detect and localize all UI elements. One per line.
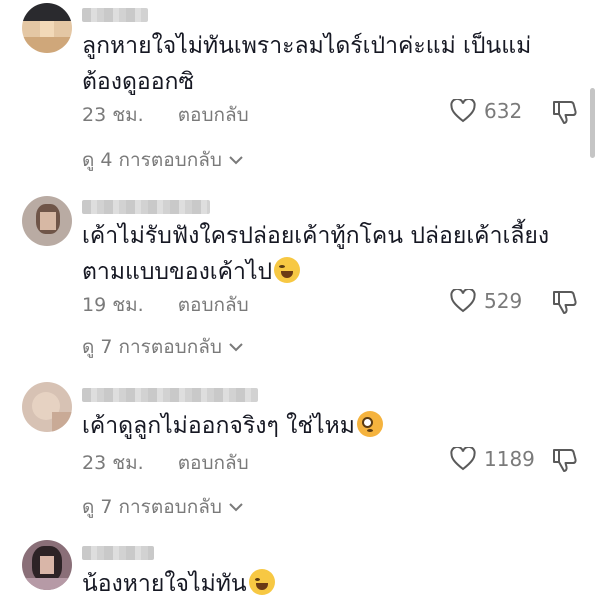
view-replies-button[interactable]: ดู 7 การตอบกลับ <box>82 332 244 362</box>
reply-button[interactable]: ตอบกลับ <box>178 448 249 478</box>
heart-outline-icon <box>450 289 476 313</box>
laughing-crying-emoji <box>274 257 301 283</box>
like-button[interactable]: 529 <box>450 289 522 313</box>
view-replies-label: ดู 4 การตอบกลับ <box>82 149 222 171</box>
thumbs-down-icon <box>553 101 577 124</box>
username[interactable] <box>82 8 148 22</box>
comment-time: 23 ชม. <box>82 104 144 126</box>
avatar[interactable] <box>22 196 72 246</box>
comment-text: เค้าดูลูกไม่ออกจริงๆ ใช่ไหม <box>82 408 562 444</box>
like-button[interactable]: 1189 <box>450 447 535 471</box>
comment-meta: 23 ชม. ตอบกลับ <box>82 100 249 130</box>
comment-text-content: ลูกหายใจไม่ทันเพราะลมไดร์เป่าค่ะแม่ เป็น… <box>82 33 532 95</box>
dislike-button[interactable] <box>552 99 578 129</box>
view-replies-button[interactable]: ดู 7 การตอบกลับ <box>82 492 244 522</box>
comment-text-content: น้องหายใจไม่ทัน <box>82 571 247 597</box>
avatar[interactable] <box>22 382 72 432</box>
reply-button[interactable]: ตอบกลับ <box>178 290 249 320</box>
like-button[interactable]: 632 <box>450 99 522 123</box>
scrollbar[interactable] <box>590 88 595 158</box>
view-replies-label: ดู 7 การตอบกลับ <box>82 336 222 358</box>
comment-meta: 23 ชม. ตอบกลับ <box>82 448 249 478</box>
like-count: 529 <box>484 289 523 313</box>
username[interactable] <box>82 200 210 214</box>
comment-text-content: เค้าดูลูกไม่ออกจริงๆ ใช่ไหม <box>82 413 355 439</box>
flushed-emoji <box>356 411 383 437</box>
thumbs-down-icon <box>553 291 577 314</box>
like-count: 632 <box>484 99 523 123</box>
username[interactable] <box>82 388 258 402</box>
like-count: 1189 <box>484 447 535 471</box>
username[interactable] <box>82 546 154 560</box>
comment-meta: 19 ชม. ตอบกลับ <box>82 290 249 320</box>
comment-text: ลูกหายใจไม่ทันเพราะลมไดร์เป่าค่ะแม่ เป็น… <box>82 28 562 100</box>
reply-button[interactable]: ตอบกลับ <box>178 100 249 130</box>
chevron-down-icon <box>229 156 243 165</box>
sweat-smile-emoji <box>248 569 275 595</box>
comment-time: 23 ชม. <box>82 452 144 474</box>
heart-outline-icon <box>450 99 476 123</box>
avatar[interactable] <box>22 540 72 590</box>
heart-outline-icon <box>450 447 476 471</box>
chevron-down-icon <box>229 343 243 352</box>
thumbs-down-icon <box>553 449 577 472</box>
comment-text-content: เค้าไม่รับฟังใครปล่อยเค้าทู้กโคน ปล่อยเค… <box>82 223 550 285</box>
dislike-button[interactable] <box>552 289 578 319</box>
dislike-button[interactable] <box>552 447 578 477</box>
comment-text: น้องหายใจไม่ทัน <box>82 566 562 602</box>
view-replies-label: ดู 7 การตอบกลับ <box>82 496 222 518</box>
avatar[interactable] <box>22 3 72 53</box>
chevron-down-icon <box>229 503 243 512</box>
view-replies-button[interactable]: ดู 4 การตอบกลับ <box>82 145 244 175</box>
comment-time: 19 ชม. <box>82 294 144 316</box>
comment-text: เค้าไม่รับฟังใครปล่อยเค้าทู้กโคน ปล่อยเค… <box>82 218 562 290</box>
